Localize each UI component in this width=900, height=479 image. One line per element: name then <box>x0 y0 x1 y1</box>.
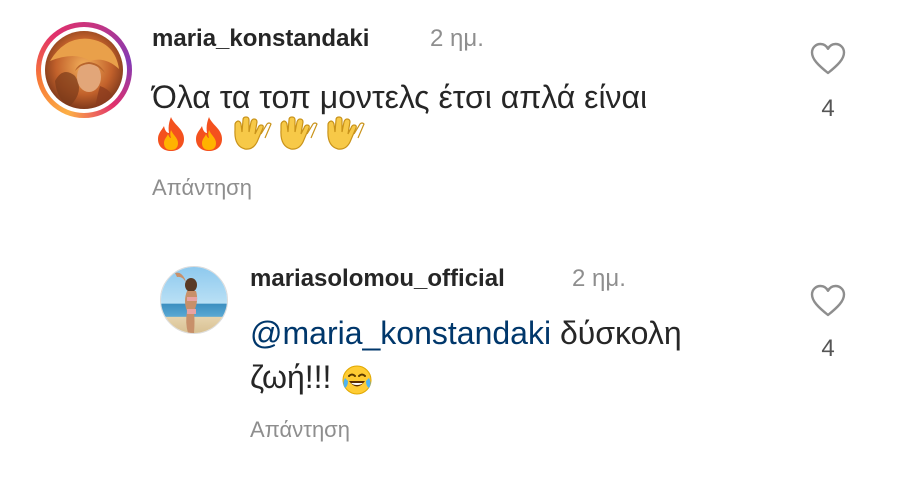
comment-timestamp: 2 ημ. <box>430 25 484 52</box>
avatar[interactable] <box>45 31 123 109</box>
heart-outline-icon[interactable] <box>810 284 846 318</box>
reply-comment-item: mariasolomou_official 2 ημ. @maria_konst… <box>0 240 900 479</box>
clapping-hands-emoji <box>234 116 272 150</box>
avatar[interactable] <box>160 266 228 334</box>
avatar-photo <box>161 267 227 333</box>
comment-username[interactable]: mariasolomou_official <box>250 265 505 293</box>
clapping-hands-emoji <box>327 116 365 150</box>
reply-button[interactable]: Απάντηση <box>250 417 350 443</box>
comment-item: maria_konstandaki 2 ημ. Όλα τα τοπ μοντε… <box>0 0 900 220</box>
reply-button[interactable]: Απάντηση <box>152 175 252 201</box>
fire-emoji <box>196 117 223 151</box>
like-count: 4 <box>821 95 835 122</box>
fire-emoji <box>158 117 184 151</box>
avatar-photo <box>45 31 123 109</box>
heart-outline-icon[interactable] <box>810 42 846 76</box>
clapping-hands-emoji <box>280 116 319 150</box>
tears-of-joy-emoji <box>342 365 372 395</box>
comment-timestamp: 2 ημ. <box>572 265 626 292</box>
comment-text: @maria_konstandaki δύσκολη <box>250 312 682 354</box>
comment-text-line2: ζωή!!! <box>250 356 373 398</box>
comment-text: Όλα τα τοπ μοντελς έτσι απλά είναι <box>152 79 648 115</box>
comment-text-line2-text: ζωή!!! <box>250 359 332 395</box>
like-count: 4 <box>821 335 835 362</box>
mention-link[interactable]: @maria_konstandaki <box>250 315 551 351</box>
comment-text-rest: δύσκολη <box>551 315 682 351</box>
comment-emoji-row <box>154 116 366 156</box>
comment-username[interactable]: maria_konstandaki <box>152 25 369 53</box>
